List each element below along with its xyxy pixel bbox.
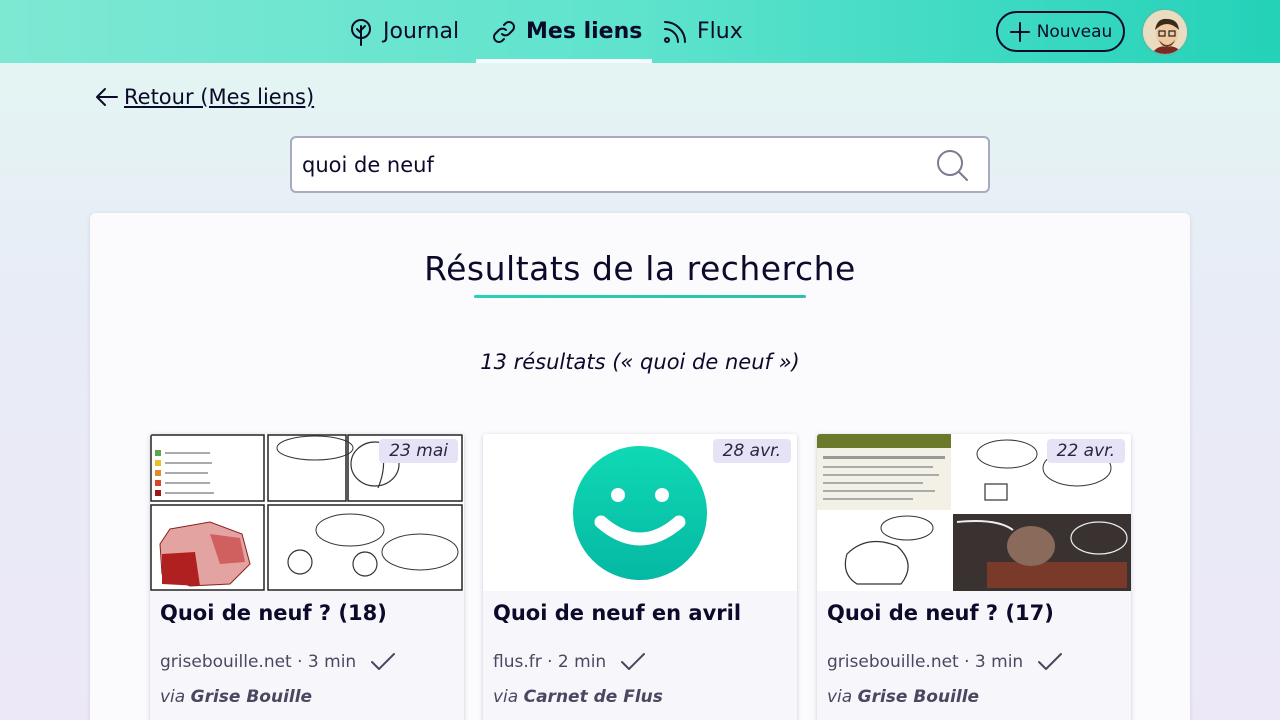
back-link[interactable]: Retour (Mes liens) bbox=[94, 84, 314, 110]
user-avatar[interactable] bbox=[1141, 8, 1189, 56]
back-link-label: Retour (Mes liens) bbox=[124, 85, 315, 109]
card-date: 28 avr. bbox=[712, 439, 791, 463]
search-box bbox=[290, 136, 990, 193]
card-via-source[interactable]: Carnet de Flus bbox=[524, 687, 663, 707]
card-via-source[interactable]: Grise Bouille bbox=[191, 687, 312, 707]
nav-mes-liens-label: Mes liens bbox=[526, 19, 643, 44]
card-via: via Grise Bouille bbox=[160, 687, 312, 707]
result-card[interactable]: 22 avr. Quoi de neuf ? (17) grisebouille… bbox=[817, 434, 1131, 720]
check-icon[interactable] bbox=[620, 649, 646, 675]
card-thumbnail[interactable]: 22 avr. bbox=[817, 434, 1131, 591]
plus-icon bbox=[1009, 21, 1030, 42]
card-date: 23 mai bbox=[379, 439, 458, 463]
card-meta: grisebouille.net · 3 min bbox=[827, 649, 1063, 675]
card-via-prefix: via bbox=[827, 687, 853, 707]
check-icon[interactable] bbox=[1037, 649, 1063, 675]
card-via: via Grise Bouille bbox=[827, 687, 979, 707]
rss-feed-icon bbox=[664, 20, 686, 43]
card-via-prefix: via bbox=[160, 687, 186, 707]
card-via-prefix: via bbox=[493, 687, 519, 707]
check-icon[interactable] bbox=[370, 649, 396, 675]
card-date: 22 avr. bbox=[1046, 439, 1125, 463]
nav-flux-label: Flux bbox=[697, 19, 743, 44]
avatar-illustration bbox=[1143, 10, 1187, 54]
result-card[interactable]: 28 avr. Quoi de neuf en avril flus.fr · … bbox=[483, 434, 797, 720]
new-button[interactable]: Nouveau bbox=[996, 11, 1125, 52]
top-header: Journal Mes liens Flux Nouveau bbox=[0, 0, 1280, 63]
search-icon[interactable] bbox=[936, 149, 970, 183]
search-input[interactable] bbox=[302, 138, 922, 191]
card-title[interactable]: Quoi de neuf en avril bbox=[493, 601, 741, 625]
result-card[interactable]: 23 mai Quoi de neuf ? (18) grisebouille.… bbox=[150, 434, 464, 720]
card-via: via Carnet de Flus bbox=[493, 687, 663, 707]
title-underline bbox=[474, 295, 806, 298]
card-source: grisebouille.net · 3 min bbox=[160, 652, 357, 672]
nav-journal[interactable]: Journal bbox=[347, 0, 459, 63]
arrow-left-icon bbox=[96, 88, 118, 106]
nav-journal-label: Journal bbox=[383, 19, 460, 44]
card-title[interactable]: Quoi de neuf ? (18) bbox=[160, 601, 387, 625]
nav-flux[interactable]: Flux bbox=[661, 0, 743, 63]
card-source: flus.fr · 2 min bbox=[493, 652, 607, 672]
card-title[interactable]: Quoi de neuf ? (17) bbox=[827, 601, 1054, 625]
card-meta: flus.fr · 2 min bbox=[493, 649, 646, 675]
card-thumbnail[interactable]: 23 mai bbox=[150, 434, 464, 591]
nav-mes-liens[interactable]: Mes liens bbox=[475, 0, 653, 63]
results-count: 13 résultats (« quoi de neuf ») bbox=[480, 350, 800, 374]
page-title: Résultats de la recherche bbox=[424, 249, 856, 288]
results-panel: Résultats de la recherche 13 résultats (… bbox=[90, 213, 1190, 720]
new-button-label: Nouveau bbox=[1036, 21, 1113, 42]
card-thumbnail[interactable]: 28 avr. bbox=[483, 434, 797, 591]
link-icon bbox=[493, 20, 515, 43]
sprout-icon bbox=[351, 18, 371, 46]
card-source: grisebouille.net · 3 min bbox=[827, 652, 1024, 672]
card-meta: grisebouille.net · 3 min bbox=[160, 649, 396, 675]
card-via-source[interactable]: Grise Bouille bbox=[858, 687, 979, 707]
